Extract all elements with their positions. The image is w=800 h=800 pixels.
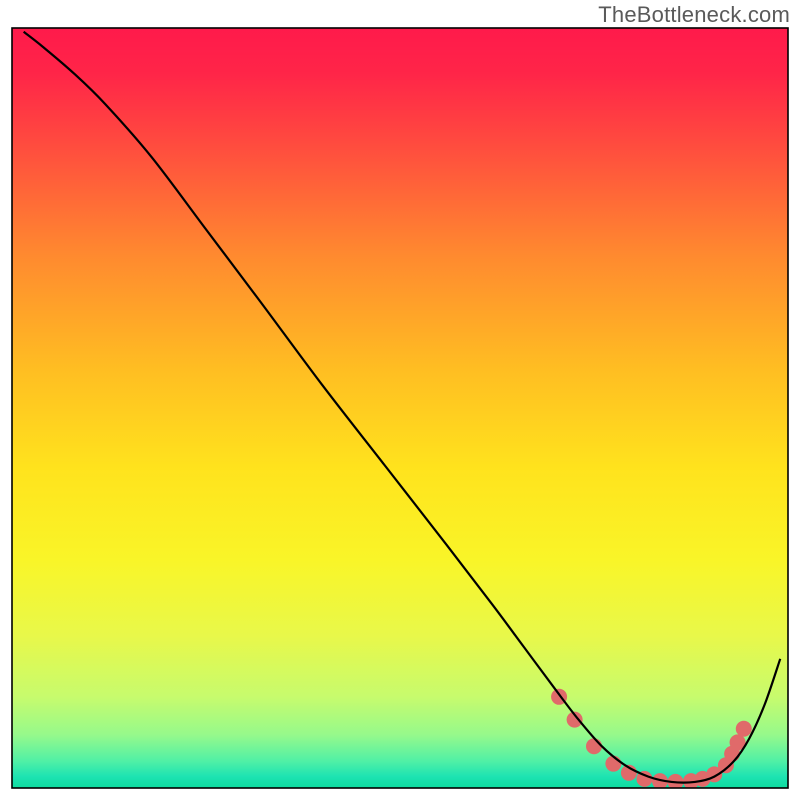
chart-container: TheBottleneck.com <box>0 0 800 800</box>
watermark-text: TheBottleneck.com <box>598 2 790 28</box>
valley-marker <box>605 756 621 772</box>
bottleneck-chart <box>0 0 800 800</box>
valley-marker <box>586 738 602 754</box>
chart-background <box>12 28 788 788</box>
valley-marker <box>736 721 752 737</box>
